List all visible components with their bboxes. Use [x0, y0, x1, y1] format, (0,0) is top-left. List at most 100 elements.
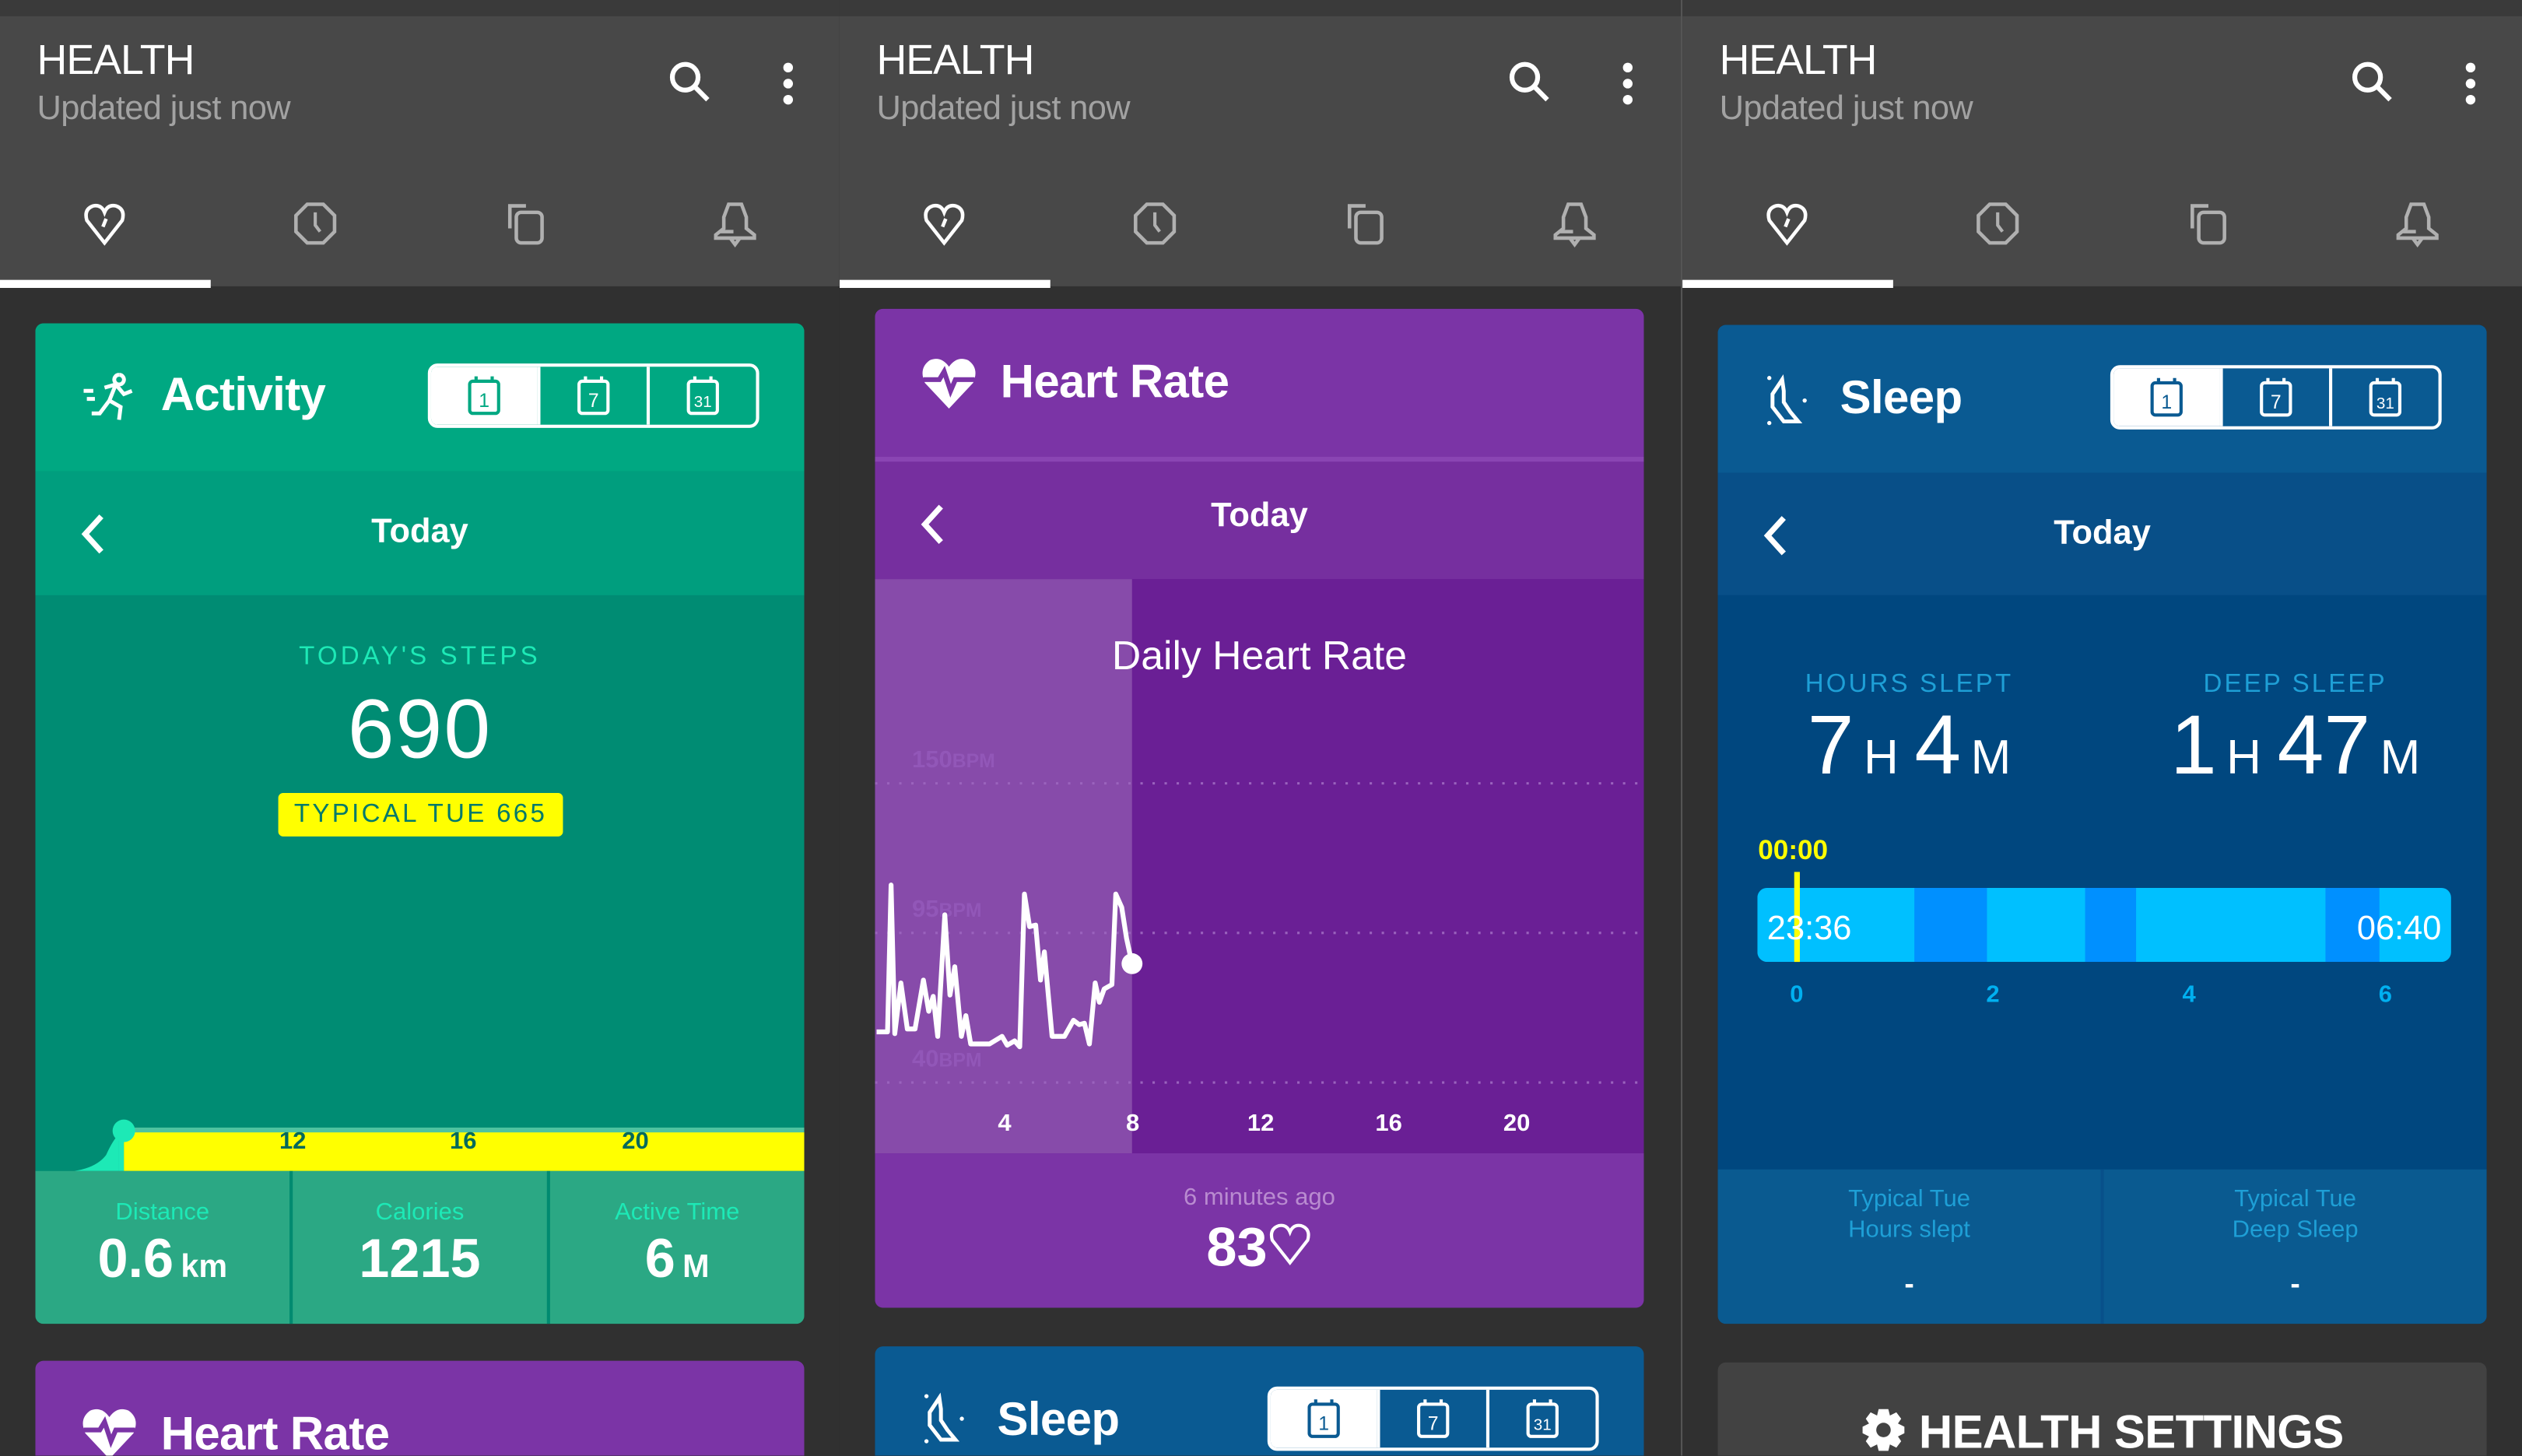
- activity-card-header[interactable]: Activity 1 7 31: [35, 323, 805, 472]
- hour-unit: H: [1863, 732, 1899, 785]
- stat-unit: M: [682, 1250, 710, 1286]
- sleep-moon-icon: [1767, 374, 1807, 426]
- range-day-button[interactable]: 1: [2113, 368, 2220, 426]
- tab-indicator: [0, 279, 211, 288]
- activity-stat[interactable]: Distance 0.6 km: [35, 1171, 289, 1324]
- app-title: HEALTH: [1719, 35, 1878, 84]
- more-options-icon[interactable]: [775, 61, 801, 107]
- range-week-button[interactable]: 7: [537, 367, 647, 425]
- heart-icon: [924, 203, 965, 246]
- sleep-segment-deep: [2085, 887, 2138, 963]
- svg-text:31: 31: [694, 393, 712, 411]
- calendar-31-icon: 31: [1526, 1399, 1559, 1438]
- activity-title: Activity: [160, 370, 326, 422]
- y-tick-value: 150: [912, 746, 952, 773]
- range-month-button[interactable]: 31: [1485, 1389, 1596, 1448]
- y-tick-value: 95: [912, 895, 938, 922]
- x-tick-label: 0: [1790, 981, 1803, 1008]
- sleep-typical-stats: Typical Tue Hours slept - Typical Tue Deep…: [1717, 1169, 2487, 1324]
- tab-history[interactable]: [1051, 177, 1260, 270]
- more-options-icon[interactable]: [1615, 61, 1640, 107]
- tab-notifications[interactable]: [630, 177, 840, 270]
- range-month-button[interactable]: 31: [2329, 368, 2439, 426]
- steps-tick: 20: [622, 1127, 648, 1154]
- steps-curve: [74, 1134, 119, 1171]
- calendar-31-icon: 31: [686, 376, 719, 416]
- panel-heart-rate: HEALTH Updated just now Heart Rate Today…: [839, 0, 1682, 1456]
- bell-icon: [2396, 202, 2439, 247]
- sleep-typical-stat[interactable]: Typical Tue Hours slept -: [1718, 1170, 2101, 1324]
- tab-notifications[interactable]: [2313, 177, 2522, 270]
- search-icon[interactable]: [1506, 58, 1554, 106]
- tab-health[interactable]: [1682, 177, 1892, 270]
- activity-card: Activity 1 7 31 Today TODAY'S STEPS 690 …: [35, 323, 805, 1324]
- health-settings-button[interactable]: HEALTH SETTINGS: [1717, 1362, 2487, 1456]
- date-label: Today: [2054, 514, 2151, 552]
- range-month-button[interactable]: 31: [646, 367, 756, 425]
- sleep-moon-icon: [924, 1392, 964, 1444]
- range-week-button[interactable]: 7: [1377, 1389, 1486, 1448]
- x-tick-label: 12: [1247, 1109, 1274, 1136]
- tab-notifications[interactable]: [1470, 177, 1679, 270]
- more-options-icon[interactable]: [2457, 61, 2483, 107]
- calendar-7-icon: 7: [1417, 1399, 1450, 1438]
- heart-icon: [1766, 203, 1808, 246]
- x-tick-label: 4: [998, 1109, 1012, 1136]
- app-bar: HEALTH Updated just now: [0, 16, 840, 288]
- heart-rate-card-collapsed[interactable]: Heart Rate: [35, 1360, 805, 1456]
- heart-rate-card-header[interactable]: Heart Rate: [875, 308, 1644, 458]
- clock-icon: [1977, 202, 2019, 245]
- heart-outline-icon: [1269, 1223, 1310, 1265]
- y-tick-value: 40: [912, 1044, 938, 1072]
- sleep-title: Sleep: [1840, 373, 1963, 425]
- steps-now-dot: [112, 1119, 135, 1142]
- typical-steps-badge: TYPICAL TUE 665: [278, 793, 563, 837]
- sleep-typical-stat[interactable]: Typical Tue Deep Sleep -: [2100, 1169, 2487, 1324]
- bell-icon: [714, 202, 756, 247]
- range-day-button[interactable]: 1: [1270, 1389, 1377, 1448]
- typical-line1: Typical Tue: [1848, 1185, 1970, 1213]
- activity-stat[interactable]: Calories 1215: [289, 1170, 547, 1324]
- sleep-start-label: 23:36: [1767, 910, 1852, 947]
- hour-unit: H: [2226, 732, 2261, 785]
- app-subtitle: Updated just now: [37, 89, 291, 128]
- running-icon: [83, 373, 133, 420]
- range-day-button[interactable]: 1: [430, 367, 538, 425]
- heart-rate-chart: 150BPM95BPM40BPM4 8 12 16 20: [875, 579, 1644, 1154]
- tab-health[interactable]: [840, 177, 1049, 270]
- sleep-segment-deep: [1914, 887, 1988, 963]
- tab-cards[interactable]: [2104, 177, 2313, 270]
- tab-history[interactable]: [1893, 177, 2103, 270]
- app-bar: HEALTH Updated just now: [839, 16, 1682, 288]
- panel-sleep: HEALTH Updated just now Sleep 1 7 31 Tod…: [1681, 0, 2522, 1456]
- app-subtitle: Updated just now: [1719, 89, 1973, 128]
- range-week-button[interactable]: 7: [2219, 368, 2329, 426]
- tab-indicator: [1682, 279, 1893, 288]
- stat-label: Distance: [115, 1198, 210, 1226]
- sleep-end-label: 06:40: [2357, 910, 2442, 947]
- sleep-segment-light: [1987, 887, 2086, 963]
- search-icon[interactable]: [2348, 58, 2397, 106]
- clock-icon: [294, 202, 337, 245]
- calendar-1-icon: 1: [2150, 377, 2183, 417]
- stat-value: 6: [644, 1229, 675, 1290]
- heart-rate-title: Heart Rate: [160, 1409, 390, 1456]
- tab-health[interactable]: [0, 177, 209, 270]
- sleep-card-collapsed[interactable]: Sleep 1 7 31: [875, 1346, 1644, 1456]
- sleep-date-nav: Today: [1717, 472, 2487, 595]
- app-title: HEALTH: [37, 35, 195, 84]
- activity-stat[interactable]: Active Time 6 M: [546, 1170, 805, 1324]
- tab-cards[interactable]: [1261, 177, 1471, 270]
- activity-date-nav: Today: [35, 471, 805, 595]
- x-tick-label: 2: [1986, 981, 1999, 1008]
- typical-line2: Hours slept: [1848, 1216, 1970, 1244]
- tab-history[interactable]: [211, 177, 420, 270]
- deep-hours: 1: [2169, 700, 2217, 794]
- sleep-card-header[interactable]: Sleep 1 7 31: [1717, 325, 2487, 473]
- current-point: [1121, 953, 1143, 974]
- calendar-7-icon: 7: [2260, 377, 2292, 417]
- search-icon[interactable]: [666, 58, 714, 106]
- sleep-stage-chart: 23:36 06:40 0 2 4 6: [1757, 872, 2451, 1008]
- range-toggle: 1 7 31: [2110, 365, 2442, 430]
- tab-cards[interactable]: [422, 177, 631, 270]
